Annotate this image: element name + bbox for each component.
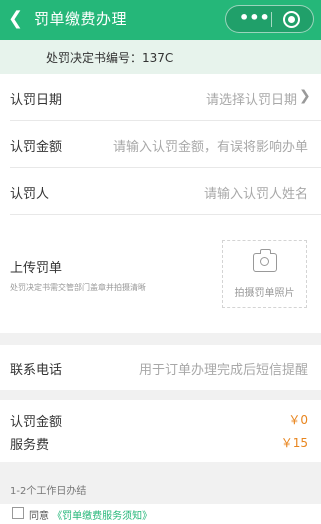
terms-link[interactable]: 《罚单缴费服务须知》	[52, 511, 152, 522]
chevron-right-icon: ❯	[299, 88, 311, 104]
person-row: 认罚人 请输入认罚人姓名	[0, 168, 321, 214]
upload-row: 上传罚单 处罚决定书需交管部门盖章并拍摄清晰 拍摄罚单照片	[0, 232, 321, 316]
decision-number-text: 处罚决定书编号：137C	[46, 51, 174, 65]
person-input[interactable]: 请输入认罚人姓名	[204, 183, 308, 202]
agreement-text: 同意 《罚单缴费服务须知》	[29, 507, 152, 522]
fee-card: 认罚金额 ￥0 服务费 ￥15	[0, 400, 321, 462]
agree-prefix: 同意	[29, 511, 49, 522]
upload-subtitle: 处罚决定书需交管部门盖章并拍摄清晰	[10, 283, 146, 292]
amount-input[interactable]: 请输入认罚金额，有误将影响办单	[113, 136, 308, 155]
divider	[10, 214, 321, 215]
upload-caption: 拍摄罚单照片	[234, 288, 295, 299]
fine-amount-label: 认罚金额	[10, 415, 63, 430]
phone-card: 联系电话 用于订单办理完成后短信提醒	[0, 345, 321, 390]
phone-input[interactable]: 用于订单办理完成后短信提醒	[139, 359, 308, 378]
agree-checkbox[interactable]	[12, 507, 24, 519]
more-dots-icon[interactable]: •••	[239, 6, 270, 32]
person-label: 认罚人	[10, 187, 50, 202]
form-card: 认罚日期 请选择认罚日期 ❯ 认罚金额 请输入认罚金额，有误将影响办单 认罚人 …	[0, 74, 321, 333]
amount-label: 认罚金额	[10, 140, 63, 155]
photo-upload-button[interactable]: 拍摄罚单照片	[222, 240, 307, 308]
navigation-bar: ❮ 罚单缴费办理 •••	[0, 0, 321, 40]
date-picker[interactable]: 请选择认罚日期	[206, 89, 297, 108]
chevron-left-icon[interactable]: ❮	[8, 7, 30, 31]
mini-program-capsule: •••	[225, 5, 314, 33]
date-label: 认罚日期	[10, 93, 63, 108]
service-fee-label: 服务费	[10, 438, 50, 453]
service-fee-value: ￥15	[280, 436, 308, 450]
target-circle-icon[interactable]	[283, 11, 300, 28]
notice-banner: 处罚决定书编号：137C	[0, 40, 321, 74]
agreement-row: 同意 《罚单缴费服务须知》	[0, 504, 321, 524]
processing-time-note: 1-2个工作日办结	[10, 486, 87, 497]
camera-icon	[253, 249, 277, 272]
amount-row: 认罚金额 请输入认罚金额，有误将影响办单	[0, 121, 321, 167]
phone-label: 联系电话	[10, 363, 63, 378]
capsule-divider	[271, 12, 272, 27]
date-row[interactable]: 认罚日期 请选择认罚日期 ❯	[0, 74, 321, 120]
page-title: 罚单缴费办理	[34, 10, 128, 28]
upload-title: 上传罚单	[10, 261, 63, 276]
fine-amount-value: ￥0	[288, 413, 308, 427]
